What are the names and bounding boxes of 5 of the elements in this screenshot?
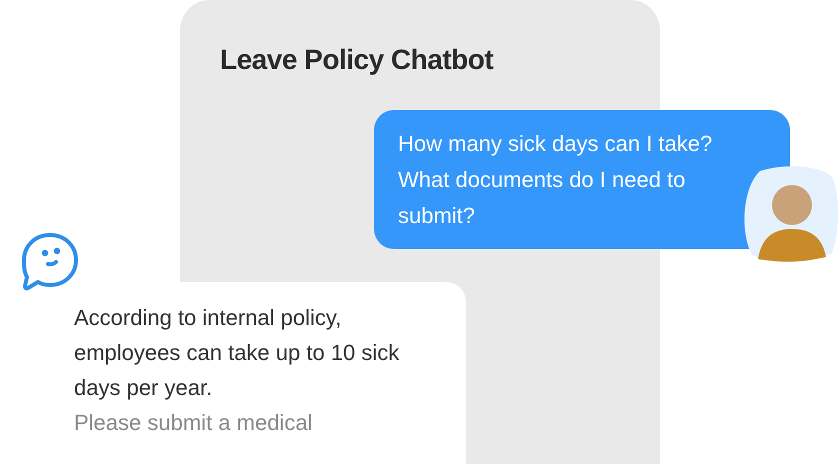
bot-message-text: Please submit a medical xyxy=(74,409,314,437)
chat-title: Leave Policy Chatbot xyxy=(220,44,494,76)
chatbot-icon xyxy=(21,232,79,292)
bot-message-text: According to internal policy, employees can take up to 10 sick days per year. xyxy=(74,304,400,402)
user-message: How many sick days can I take? What documents do I need to submit? xyxy=(374,110,790,249)
